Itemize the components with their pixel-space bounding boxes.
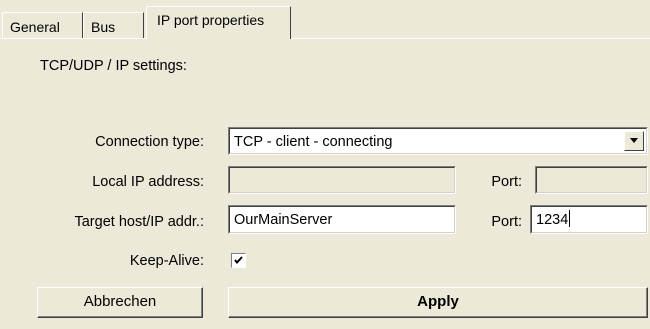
local-port-label: Port: — [491, 174, 522, 190]
local-ip-input[interactable] — [228, 166, 456, 194]
local-ip-label: Local IP address: — [92, 174, 204, 190]
keep-alive-checkbox[interactable] — [231, 253, 246, 268]
target-host-value: OurMainServer — [234, 212, 333, 228]
tab-general-label: General — [10, 19, 60, 35]
chevron-down-icon[interactable] — [624, 131, 644, 151]
target-port-input[interactable]: 1234 — [530, 205, 648, 234]
tab-ip-port-properties[interactable]: IP port properties — [146, 6, 291, 39]
keep-alive-label: Keep-Alive: — [129, 253, 204, 269]
target-port-value: 1234 — [536, 212, 569, 228]
checkmark-icon — [234, 256, 243, 265]
connection-type-label: Connection type: — [95, 134, 204, 150]
tab-ip-port-properties-label: IP port properties — [157, 12, 265, 28]
tab-general[interactable]: General — [2, 12, 83, 38]
apply-button[interactable]: Apply — [228, 287, 648, 318]
tab-bus[interactable]: Bus — [83, 12, 144, 38]
target-host-input[interactable]: OurMainServer — [228, 205, 456, 234]
target-host-label: Target host/IP addr.: — [74, 214, 204, 230]
connection-type-dropdown[interactable]: TCP - client - connecting — [228, 127, 648, 155]
section-title: TCP/UDP / IP settings: — [40, 58, 187, 74]
target-port-label: Port: — [491, 214, 522, 230]
text-caret — [569, 210, 571, 227]
cancel-button[interactable]: Abbrechen — [37, 287, 203, 318]
local-port-input[interactable] — [535, 166, 648, 194]
tab-bus-label: Bus — [91, 19, 116, 35]
tab-panel-border — [0, 38, 650, 39]
connection-type-value: TCP - client - connecting — [234, 134, 393, 150]
